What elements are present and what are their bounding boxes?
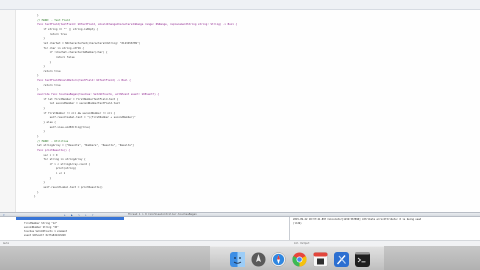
variable-row[interactable]: touches Set<UITouch> 1 element (24, 230, 67, 233)
calendar-icon[interactable] (313, 252, 328, 267)
code-line[interactable]: func textField(textField: UITextField, s… (34, 23, 274, 26)
finder-icon[interactable] (230, 252, 245, 267)
terminal-icon[interactable] (355, 252, 370, 267)
code-line[interactable]: return false (34, 56, 274, 59)
editor-jump-bar (0, 0, 480, 10)
code-editor[interactable]: } // MARK: - Text Field func textField(t… (0, 10, 480, 212)
code-line[interactable]: if firstNumber != nil && secondNumber !=… (34, 112, 274, 115)
code-line[interactable]: // MARK: - Utilities (34, 140, 274, 143)
code-line[interactable]: } (34, 65, 274, 68)
code-line[interactable]: func textFieldShouldReturn(textField: UI… (34, 79, 274, 82)
launchpad-icon[interactable] (251, 252, 266, 267)
code-line[interactable]: } (34, 88, 274, 91)
code-line[interactable]: for string in stringArray { (34, 158, 274, 161)
code-line[interactable]: override func touchesBegan(touches: Set<… (34, 93, 274, 96)
code-line[interactable]: } (34, 181, 274, 184)
source-code[interactable]: } // MARK: - Text Field func textField(t… (0, 10, 480, 212)
code-line[interactable]: if i < stringArray.count { (34, 163, 274, 166)
code-line[interactable]: if string == "" || string.isEmpty { (34, 28, 274, 31)
code-line[interactable]: } (34, 195, 274, 198)
code-line[interactable]: } (34, 191, 274, 194)
xcode-icon[interactable] (334, 252, 349, 267)
variable-row[interactable]: event UIEvent? 0x7fa8d2d13d20 (24, 234, 66, 237)
code-line[interactable]: return true (34, 33, 274, 36)
code-line[interactable]: if !charSet.characterIsMember(char) { (34, 51, 274, 54)
code-line[interactable]: } (34, 74, 274, 77)
console-prompt[interactable]: (lldb) (293, 222, 479, 225)
code-line[interactable]: self.resultLabel.text = "\(firstNumber +… (34, 116, 274, 119)
code-line[interactable]: let secondNumber = secondNumberTextField… (34, 102, 274, 105)
code-line[interactable]: } (34, 177, 274, 180)
code-line[interactable]: // MARK: - Text Field (34, 19, 274, 22)
code-line[interactable]: return true (34, 84, 274, 87)
code-line[interactable]: var i = 0 (34, 154, 274, 157)
code-line[interactable]: return true (34, 70, 274, 73)
console-line: 2015-09-22 18:37:41.897 Calculator[1234:… (293, 218, 422, 221)
safari-icon[interactable] (271, 252, 286, 267)
dock (210, 246, 384, 270)
code-line[interactable]: } (34, 37, 274, 40)
chrome-icon[interactable] (292, 252, 307, 267)
code-line[interactable]: } else { (34, 121, 274, 124)
code-line[interactable]: } (34, 61, 274, 64)
code-line[interactable]: } (34, 130, 274, 133)
code-line[interactable]: func printResults() { (34, 149, 274, 152)
code-line[interactable]: let stringArray = ["Results", "Numbers",… (34, 144, 274, 147)
code-line[interactable]: i += 1 (34, 172, 274, 175)
code-line[interactable]: let charSet = NSCharacterSet(charactersI… (34, 42, 274, 45)
code-line[interactable]: } (34, 14, 274, 17)
code-line[interactable]: self.view.endEditing(true) (34, 126, 274, 129)
code-line[interactable]: print(string) (34, 167, 274, 170)
code-line[interactable]: self.resultLabel.text = printResults() (34, 186, 274, 189)
variable-row[interactable]: firstNumber String "12" (24, 222, 57, 225)
code-line[interactable]: for char in string.utf16 { (34, 47, 274, 50)
variable-row[interactable]: secondNumber String "30" (24, 226, 59, 229)
code-line[interactable]: } (34, 135, 274, 138)
code-line[interactable]: } (34, 107, 274, 110)
code-line[interactable]: if let firstNumber = firstNumberTextFiel… (34, 98, 274, 101)
selected-variable-row[interactable]: self CalcViewController 0x7fa8d2c0b850 (16, 217, 124, 233)
